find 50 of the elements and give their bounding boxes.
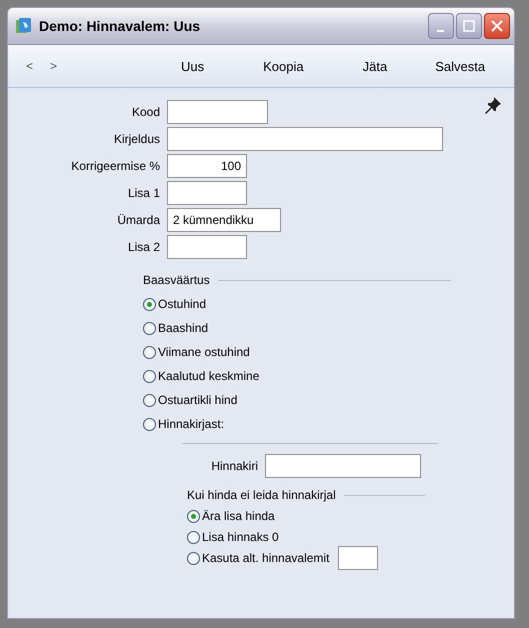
radio-button[interactable] xyxy=(187,530,200,544)
field-label: Korrigeermise % xyxy=(70,159,160,173)
radio-button[interactable] xyxy=(143,298,156,310)
radio-button[interactable] xyxy=(143,322,156,334)
field-label: Kirjeldus xyxy=(112,132,160,146)
toolbar-button[interactable]: Koopia xyxy=(263,58,304,74)
radio-button[interactable] xyxy=(187,552,200,564)
input-field[interactable] xyxy=(167,100,268,124)
close-icon xyxy=(491,20,503,32)
maximize-icon xyxy=(463,20,475,32)
radio-button[interactable] xyxy=(143,346,156,358)
field-label: Kood xyxy=(130,105,160,119)
input-field[interactable] xyxy=(167,127,443,151)
app-icon xyxy=(15,17,33,35)
window-title: Demo: Hinnavalem: Uus xyxy=(39,18,202,34)
nav-button[interactable]: < xyxy=(26,59,34,73)
radio-label: Ära lisa hinda xyxy=(202,509,275,523)
close-button[interactable] xyxy=(484,13,510,39)
radio-label: Viimane ostuhind xyxy=(158,345,250,359)
radio-label: Kasuta alt. hinnavalemit xyxy=(202,551,330,565)
toolbar-button[interactable]: Jäta xyxy=(362,58,388,74)
input-field[interactable] xyxy=(167,235,247,259)
radio-button[interactable] xyxy=(143,370,156,382)
field-label: Lisa 2 xyxy=(126,240,160,254)
pin-icon[interactable] xyxy=(484,96,502,114)
radio-label: Hinnakirjast: xyxy=(158,417,224,431)
input-field[interactable]: 2 kümnendikku xyxy=(167,208,281,232)
toolbar-button[interactable]: Uus xyxy=(181,58,204,74)
field-label: Lisa 1 xyxy=(126,186,160,200)
input-field[interactable] xyxy=(265,454,421,478)
nav-button[interactable]: > xyxy=(50,59,58,73)
radio-label: Ostuhind xyxy=(158,297,206,311)
input-field[interactable]: 100 xyxy=(167,154,247,178)
minimize-icon xyxy=(436,30,444,32)
input-field[interactable] xyxy=(338,546,378,570)
radio-button[interactable] xyxy=(143,394,156,406)
radio-button[interactable] xyxy=(143,418,156,430)
radio-label: Baashind xyxy=(158,321,208,335)
field-label: Ümarda xyxy=(116,213,160,227)
field-label: Hinnakiri xyxy=(210,459,258,473)
input-field[interactable] xyxy=(167,181,247,205)
maximize-button[interactable] xyxy=(456,13,482,39)
group-title: Kui hinda ei leida hinnakirjal xyxy=(187,488,336,502)
minimize-button[interactable] xyxy=(428,13,454,39)
radio-label: Kaalutud keskmine xyxy=(158,369,260,383)
group-title: Baasväärtus xyxy=(143,273,210,287)
radio-label: Ostuartikli hind xyxy=(158,393,238,407)
radio-button[interactable] xyxy=(187,510,200,522)
radio-label: Lisa hinnaks 0 xyxy=(202,530,279,544)
toolbar-button[interactable]: Salvesta xyxy=(435,58,486,74)
